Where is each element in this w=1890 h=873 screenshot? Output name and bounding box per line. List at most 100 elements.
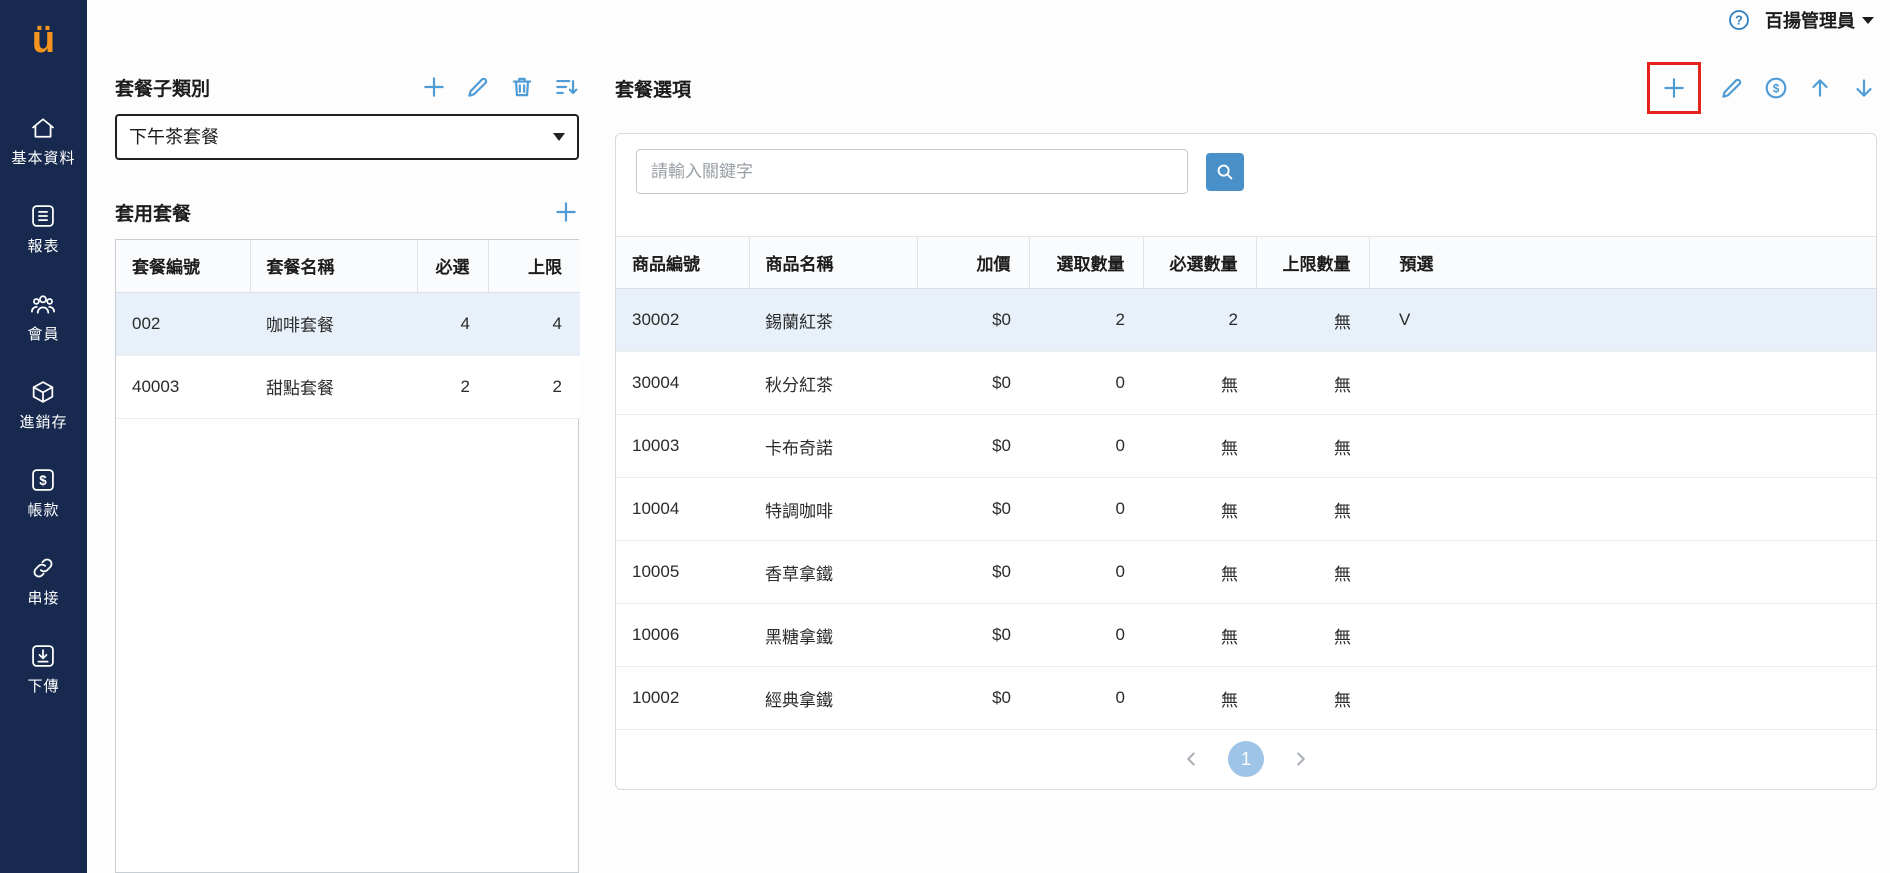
cell-price: $0 — [917, 289, 1029, 352]
inventory-icon — [29, 378, 57, 406]
cell-req: 無 — [1143, 667, 1256, 730]
move-up-button[interactable] — [1807, 75, 1833, 101]
sidebar-item-download[interactable]: 下傳 — [27, 642, 59, 696]
cell-price: $0 — [917, 352, 1029, 415]
product-table-head: 商品編號 商品名稱 加價 選取數量 必選數量 上限數量 預選 — [616, 237, 1876, 289]
delete-subcategory-button[interactable] — [509, 74, 535, 100]
add-combo-button[interactable] — [553, 199, 579, 225]
sidebar-item-basic-data[interactable]: 基本資料 — [11, 114, 75, 168]
table-row[interactable]: 40003甜點套餐22 — [116, 355, 580, 418]
applied-combos-title: 套用套餐 — [115, 199, 191, 226]
sidebar-item-label: 進銷存 — [19, 411, 67, 432]
sidebar-item-inventory[interactable]: 進銷存 — [19, 378, 67, 432]
edit-subcategory-button[interactable] — [465, 74, 491, 100]
add-subcategory-button[interactable] — [421, 74, 447, 100]
chevron-left-icon — [1180, 748, 1202, 770]
page-number[interactable]: 1 — [1228, 741, 1264, 777]
pagination: 1 — [616, 741, 1876, 777]
table-row[interactable]: 30002錫蘭紅茶$022無V — [616, 289, 1876, 352]
cell-_fill — [1489, 415, 1876, 478]
combo-table-box: 套餐編號 套餐名稱 必選 上限 002咖啡套餐4440003甜點套餐22 — [115, 239, 579, 873]
app-logo: ü — [32, 18, 55, 62]
combo-options-panel: 套餐選項 $ — [615, 0, 1877, 873]
screen: ü 基本資料 報表 會員 進銷存 $ 帳款 — [0, 0, 1890, 873]
column-header-required-qty: 必選數量 — [1143, 237, 1256, 289]
search-button[interactable] — [1206, 153, 1244, 191]
subcategory-select[interactable]: 下午茶套餐 — [115, 114, 579, 160]
cell-name: 特調咖啡 — [749, 478, 917, 541]
cell-price: $0 — [917, 604, 1029, 667]
table-row[interactable]: 10002經典拿鐵$00無無 — [616, 667, 1876, 730]
sidebar-item-billing[interactable]: $ 帳款 — [27, 466, 59, 520]
combo-table-body: 002咖啡套餐4440003甜點套餐22 — [116, 292, 580, 418]
prev-page-button[interactable] — [1180, 748, 1202, 770]
combo-table: 套餐編號 套餐名稱 必選 上限 002咖啡套餐4440003甜點套餐22 — [116, 240, 580, 419]
members-icon — [29, 290, 57, 318]
table-row[interactable]: 002咖啡套餐44 — [116, 292, 580, 355]
column-header-surcharge: 加價 — [917, 237, 1029, 289]
cell-_fill — [1489, 667, 1876, 730]
sidebar-item-label: 基本資料 — [11, 147, 75, 168]
cell-lim: 無 — [1256, 415, 1369, 478]
sort-icon — [553, 74, 579, 100]
cell-lim: 2 — [488, 355, 580, 418]
cell-lim: 無 — [1256, 541, 1369, 604]
search-input[interactable] — [636, 149, 1188, 194]
cell-pre — [1369, 667, 1489, 730]
column-header-product-code: 商品編號 — [616, 237, 749, 289]
table-row[interactable]: 10003卡布奇諾$00無無 — [616, 415, 1876, 478]
cell-_fill — [1489, 478, 1876, 541]
cell-code: 40003 — [116, 355, 250, 418]
sort-subcategory-button[interactable] — [553, 74, 579, 100]
left-panel-toolbar — [421, 74, 579, 100]
sidebar-item-members[interactable]: 會員 — [27, 290, 59, 344]
cell-req: 無 — [1143, 352, 1256, 415]
pencil-icon — [1719, 75, 1745, 101]
cell-_fill — [1489, 604, 1876, 667]
move-down-button[interactable] — [1851, 75, 1877, 101]
combo-table-head: 套餐編號 套餐名稱 必選 上限 — [116, 240, 580, 292]
plus-icon — [553, 199, 579, 225]
cell-pre — [1369, 478, 1489, 541]
cell-code: 10003 — [616, 415, 749, 478]
cell-_fill — [1489, 541, 1876, 604]
cell-_fill — [1489, 352, 1876, 415]
trash-icon — [509, 74, 535, 100]
add-option-button[interactable] — [1661, 75, 1687, 101]
sidebar-item-reports[interactable]: 報表 — [27, 202, 59, 256]
cell-pre: V — [1369, 289, 1489, 352]
cell-sel: 0 — [1029, 604, 1143, 667]
table-row[interactable]: 10005香草拿鐵$00無無 — [616, 541, 1876, 604]
cell-sel: 0 — [1029, 478, 1143, 541]
table-row[interactable]: 10006黑糖拿鐵$00無無 — [616, 604, 1876, 667]
right-panel-header: 套餐選項 $ — [615, 60, 1877, 116]
cell-lim: 無 — [1256, 478, 1369, 541]
sidebar: ü 基本資料 報表 會員 進銷存 $ 帳款 — [0, 0, 87, 873]
search-icon — [1214, 161, 1236, 183]
product-table: 商品編號 商品名稱 加價 選取數量 必選數量 上限數量 預選 30002錫蘭紅茶… — [616, 236, 1876, 730]
product-table-body: 30002錫蘭紅茶$022無V30004秋分紅茶$00無無10003卡布奇諾$0… — [616, 289, 1876, 730]
next-page-button[interactable] — [1290, 748, 1312, 770]
sidebar-item-label: 串接 — [27, 587, 59, 608]
column-header-preselect: 預選 — [1369, 237, 1489, 289]
cell-sel: 0 — [1029, 667, 1143, 730]
search-row — [636, 149, 1244, 194]
cell-req: 無 — [1143, 604, 1256, 667]
sidebar-item-integration[interactable]: 串接 — [27, 554, 59, 608]
price-option-button[interactable]: $ — [1763, 75, 1789, 101]
cell-code: 30002 — [616, 289, 749, 352]
edit-option-button[interactable] — [1719, 75, 1745, 101]
subcategory-select-wrap: 下午茶套餐 — [115, 114, 579, 160]
applied-combos-header: 套用套餐 — [115, 190, 579, 234]
cell-req: 2 — [417, 355, 488, 418]
cell-name: 卡布奇諾 — [749, 415, 917, 478]
table-row[interactable]: 10004特調咖啡$00無無 — [616, 478, 1876, 541]
cell-price: $0 — [917, 415, 1029, 478]
table-row[interactable]: 30004秋分紅茶$00無無 — [616, 352, 1876, 415]
product-table-wrap: 商品編號 商品名稱 加價 選取數量 必選數量 上限數量 預選 30002錫蘭紅茶… — [616, 236, 1876, 730]
cell-price: $0 — [917, 478, 1029, 541]
download-icon — [29, 642, 57, 670]
cell-sel: 0 — [1029, 352, 1143, 415]
cell-pre — [1369, 604, 1489, 667]
cell-sel: 0 — [1029, 541, 1143, 604]
